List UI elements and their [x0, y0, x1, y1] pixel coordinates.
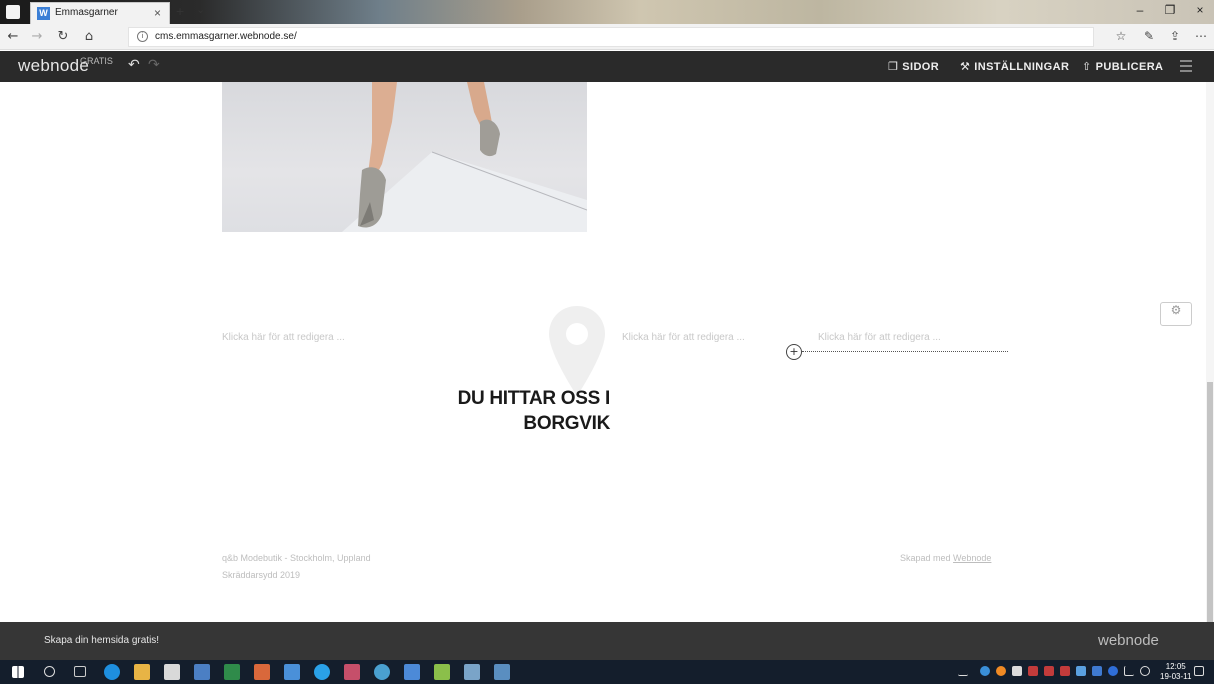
headline-line-2: BORGVIK [523, 413, 610, 434]
skype-icon[interactable] [314, 664, 330, 680]
publish-label: PUBLICERA [1095, 61, 1164, 73]
tab-aside-icon[interactable] [22, 5, 26, 19]
document-icon[interactable] [464, 664, 480, 680]
tray-orange-icon[interactable] [996, 666, 1006, 676]
editable-placeholder-2[interactable]: Klicka här för att redigera ... [622, 332, 745, 343]
add-block-button[interactable]: + [786, 344, 802, 360]
pages-icon: ❐ [888, 61, 899, 73]
webnode-toolbar: webnode GRATIS ↶ ↷ ❐ SIDOR ⚒ INSTÄLLNINGAR… [0, 51, 1214, 82]
bluetooth-icon[interactable] [1108, 666, 1118, 676]
hamburger-menu-icon[interactable] [1180, 60, 1192, 75]
publish-button[interactable]: ⇧ PUBLICERA [1082, 60, 1163, 73]
forward-icon[interactable]: → [28, 29, 46, 44]
page-canvas: Klicka här för att redigera ... Klicka h… [0, 82, 1214, 622]
section-settings-button[interactable]: ⚙ [1160, 302, 1192, 326]
location-headline[interactable]: DU HITTAR OSS I BORGVIK [380, 386, 611, 436]
volume-icon[interactable] [1140, 666, 1150, 676]
browser-titlebar: W Emmasgarner × + ⌄ – ❐ × [0, 0, 1214, 24]
close-tab-icon[interactable]: × [154, 6, 161, 20]
upload-icon: ⇧ [1082, 61, 1092, 73]
app-icon[interactable] [494, 664, 510, 680]
clock-time: 12:05 [1165, 662, 1186, 671]
footer-credit: Skapad med Webnode [900, 553, 991, 563]
mail-icon[interactable] [164, 664, 180, 680]
minimize-icon[interactable]: – [1128, 3, 1152, 17]
media-icon[interactable] [374, 664, 390, 680]
wifi-icon[interactable] [1124, 666, 1134, 676]
notepad-icon[interactable] [434, 664, 450, 680]
pen-icon[interactable]: ✎ [1140, 29, 1158, 43]
insert-guide-line [802, 351, 1008, 352]
tab-favicon-icon: W [37, 7, 50, 20]
url-text: cms.emmasgarner.webnode.se/ [155, 31, 297, 42]
page-scrollbar[interactable] [1206, 82, 1214, 622]
promo-webnode-logo[interactable]: webnode [1098, 632, 1159, 649]
tray-red-icon-1[interactable] [1028, 666, 1038, 676]
share-icon[interactable]: ⇪ [1166, 29, 1184, 43]
editable-placeholder-1[interactable]: Klicka här för att redigera ... [222, 332, 345, 343]
task-view-icon[interactable] [74, 666, 86, 677]
browser-tab[interactable]: W Emmasgarner × [30, 2, 170, 24]
more-icon[interactable]: ⋯ [1192, 29, 1210, 43]
search-icon[interactable] [44, 666, 55, 677]
credit-prefix: Skapad med [900, 553, 954, 563]
create-site-link[interactable]: Skapa din hemsida gratis! [44, 635, 159, 646]
plan-badge: GRATIS [80, 56, 113, 66]
footer-tagline[interactable]: Skräddarsydd 2019 [222, 570, 300, 580]
home-icon[interactable]: ⌂ [80, 29, 98, 44]
outlook-icon[interactable] [284, 664, 300, 680]
hero-image[interactable] [222, 82, 587, 232]
site-info-icon[interactable]: i [137, 31, 148, 42]
people-icon[interactable] [958, 666, 968, 676]
network-icon[interactable] [1076, 666, 1086, 676]
gear-icon: ⚙ [1170, 303, 1182, 317]
map-pin-icon [549, 306, 605, 396]
settings-button[interactable]: ⚒ INSTÄLLNINGAR [960, 60, 1069, 73]
plus-icon: + [789, 345, 799, 358]
tray-blue-icon[interactable] [1092, 666, 1102, 676]
excel-icon[interactable] [224, 664, 240, 680]
webnode-link[interactable]: Webnode [953, 553, 991, 563]
maximize-icon[interactable]: ❐ [1158, 3, 1182, 17]
close-window-icon[interactable]: × [1188, 3, 1212, 17]
headline-line-1: DU HITTAR OSS I [457, 388, 611, 409]
favorites-icon[interactable]: ☆ [1112, 29, 1130, 43]
promo-bar: Skapa din hemsida gratis! webnode [0, 622, 1214, 660]
address-bar-row: ← → ↻ ⌂ i cms.emmasgarner.webnode.se/ ☆ … [0, 24, 1214, 50]
cloud-icon[interactable] [1012, 666, 1022, 676]
wrench-icon: ⚒ [960, 61, 971, 73]
back-icon[interactable]: ← [4, 29, 22, 44]
url-field[interactable]: i cms.emmasgarner.webnode.se/ [128, 27, 1094, 47]
photos-icon[interactable] [404, 664, 420, 680]
new-tab-icon[interactable]: + [176, 3, 184, 19]
webnode-logo[interactable]: webnode [18, 56, 89, 76]
windows-taskbar: 12:05 19-03-11 [0, 660, 1214, 684]
refresh-icon[interactable]: ↻ [54, 29, 72, 44]
chevron-down-icon[interactable]: ⌄ [196, 3, 205, 16]
window-menu-icon[interactable] [6, 5, 20, 19]
edge-browser-icon[interactable] [104, 664, 120, 680]
pages-button[interactable]: ❐ SIDOR [888, 60, 939, 73]
redo-icon[interactable]: ↷ [148, 57, 160, 73]
file-explorer-icon[interactable] [134, 664, 150, 680]
footer-company[interactable]: q&b Modebutik - Stockholm, Uppland [222, 553, 371, 563]
tray-red-icon-2[interactable] [1044, 666, 1054, 676]
paint-icon[interactable] [344, 664, 360, 680]
settings-label: INSTÄLLNINGAR [974, 61, 1070, 73]
taskbar-clock[interactable]: 12:05 19-03-11 [1160, 662, 1191, 682]
editable-placeholder-3[interactable]: Klicka här för att redigera ... [818, 332, 941, 343]
tray-app-icon[interactable] [980, 666, 990, 676]
undo-icon[interactable]: ↶ [128, 57, 140, 73]
powerpoint-icon[interactable] [254, 664, 270, 680]
pages-label: SIDOR [902, 61, 940, 73]
shoe-photo [342, 82, 587, 232]
tray-red-icon-3[interactable] [1060, 666, 1070, 676]
start-icon[interactable] [12, 666, 24, 678]
notifications-icon[interactable] [1194, 666, 1204, 676]
calendar-icon[interactable] [194, 664, 210, 680]
tab-title: Emmasgarner [55, 7, 118, 18]
scrollbar-thumb[interactable] [1207, 382, 1213, 622]
clock-date: 19-03-11 [1160, 672, 1192, 681]
